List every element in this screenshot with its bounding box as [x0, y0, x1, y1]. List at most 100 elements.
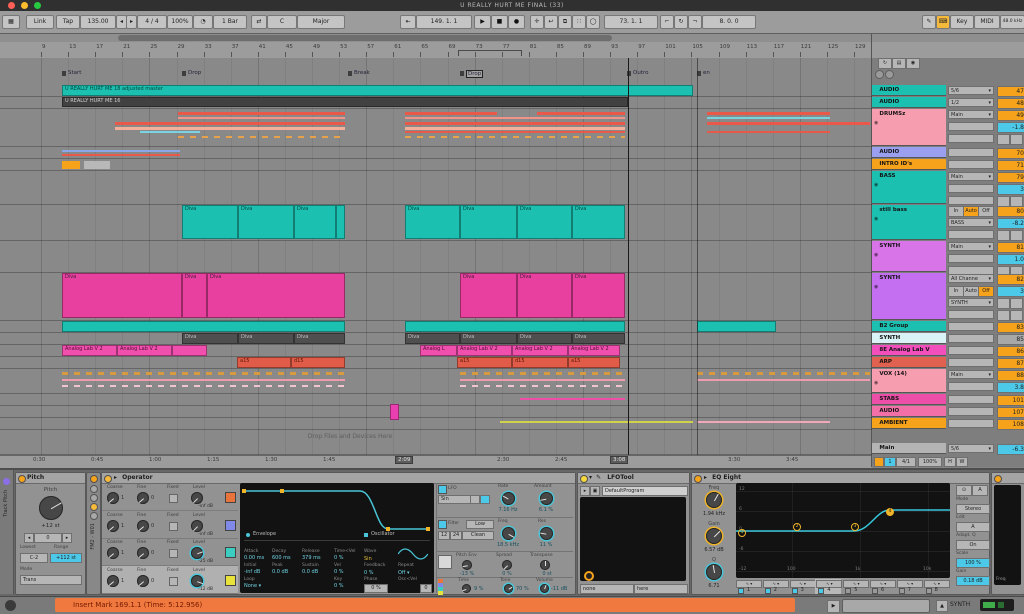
scale-root-menu[interactable]: C — [267, 15, 297, 29]
collapsed-device[interactable]: FM2 - W01 — [86, 472, 101, 595]
pitch-device[interactable]: Pitch Pitch +12 st ◂ 0 ▸ Lowest Range C-… — [15, 472, 86, 595]
filter-circuit-menu[interactable]: Clean — [462, 531, 494, 540]
panel-toggle-icon[interactable] — [90, 512, 98, 520]
eq-audition-button[interactable]: ⊙ — [956, 485, 972, 496]
loop-switch-icon[interactable]: ◯ — [586, 15, 600, 29]
tempo-field[interactable]: 135.00 — [80, 15, 116, 29]
fold-icon[interactable]: ▸ — [114, 474, 117, 481]
plugin-node-icon[interactable] — [584, 571, 594, 581]
algorithm-chip[interactable] — [438, 591, 443, 595]
plugin-save-icon[interactable]: ▣ — [590, 486, 600, 496]
device-on-led[interactable] — [994, 475, 1002, 483]
panel-toggle-icon[interactable] — [90, 485, 98, 493]
swap-icon[interactable]: ⇄ — [251, 15, 267, 29]
panel-toggle-icon[interactable] — [90, 503, 98, 511]
filter-toggle[interactable] — [438, 520, 447, 529]
loop-brace[interactable] — [458, 50, 522, 56]
envelope-section-label[interactable]: Envelope — [253, 531, 276, 537]
filter-slope-24-button[interactable]: 24 — [450, 531, 462, 540]
arrangement-area[interactable] — [0, 58, 872, 455]
lfo-amount-knob[interactable] — [540, 492, 553, 505]
status-icon[interactable] — [5, 600, 16, 611]
lfo-shape-menu[interactable]: Sin — [438, 495, 472, 504]
pitch-knob[interactable] — [39, 496, 63, 520]
envelope-led[interactable] — [246, 533, 250, 537]
partial-device[interactable]: Freq — [991, 472, 1024, 595]
scale-name-menu[interactable]: Major — [297, 15, 345, 29]
capture-midi-icon[interactable]: ⧉ — [558, 15, 572, 29]
time-knob[interactable] — [462, 584, 471, 593]
session-record-icon[interactable]: ∷ — [572, 15, 586, 29]
fit-height-button[interactable]: H — [944, 457, 956, 467]
eq-edit-button[interactable]: A — [956, 522, 990, 532]
oscillator-icon[interactable] — [364, 533, 368, 537]
device-on-led[interactable] — [694, 475, 702, 483]
punch-position-field[interactable]: 73. 1. 1 — [604, 15, 658, 29]
quantize-menu[interactable]: 1 Bar — [213, 15, 247, 29]
status-field[interactable] — [842, 599, 930, 613]
tap-tempo-button[interactable]: Tap — [56, 15, 80, 29]
range-field[interactable]: +112 st — [50, 553, 82, 563]
plugin-play-icon[interactable]: ▸ — [580, 486, 590, 496]
reenable-automation-icon[interactable]: ↩ — [544, 15, 558, 29]
overview-thumb[interactable] — [118, 35, 612, 41]
eq-scale-field[interactable]: 100 % — [956, 558, 990, 568]
eq-mode-menu[interactable]: Stereo — [956, 504, 990, 514]
io-toggle-icon[interactable]: ◉ — [906, 58, 920, 69]
operator-envelope-graph[interactable] — [242, 485, 432, 537]
wave-value[interactable]: Sin — [364, 556, 372, 562]
metronome-icon[interactable]: ◔ — [193, 15, 213, 29]
unfold-icon[interactable]: ▾ — [589, 474, 592, 481]
pitch-knob-value[interactable]: +12 st — [16, 523, 85, 529]
mixer-show-button[interactable] — [875, 70, 884, 79]
pitch-spin-value[interactable]: 0 — [34, 533, 62, 543]
groove-amount-field[interactable]: 100% — [167, 15, 193, 29]
record-button[interactable]: ● — [508, 15, 525, 29]
eq-q-knob[interactable] — [706, 564, 722, 580]
device-on-led[interactable] — [104, 475, 112, 483]
link-button[interactable]: Link — [26, 15, 54, 29]
oscvel-field[interactable]: 0 — [420, 584, 432, 593]
pitch-env-knob[interactable] — [462, 560, 472, 570]
tone-knob[interactable] — [504, 584, 513, 593]
pitch-spin-up-icon[interactable]: ▸ — [62, 533, 72, 543]
play-button[interactable]: ▶ — [474, 15, 491, 29]
status-play-icon[interactable]: ▶ — [827, 600, 840, 613]
crossfade-icon[interactable] — [874, 457, 884, 467]
stop-button[interactable]: ■ — [491, 15, 508, 29]
device-on-led[interactable] — [580, 475, 588, 483]
phase-field[interactable]: 0 % — [364, 584, 388, 593]
lfo-toggle[interactable] — [438, 485, 447, 494]
filter-type-menu[interactable]: Low — [466, 520, 494, 529]
mode-menu[interactable]: Trans — [20, 575, 82, 585]
eq-adaptq-button[interactable]: On — [956, 540, 990, 550]
volume-knob[interactable] — [540, 584, 549, 593]
automation-arm-icon[interactable]: ✛ — [530, 15, 544, 29]
grid-division-field[interactable]: 4/1 — [896, 457, 916, 467]
fit-width-button[interactable]: W — [956, 457, 968, 467]
zoom-level-field[interactable]: 1 — [884, 457, 896, 467]
fold-icon[interactable]: ▸ — [704, 474, 707, 481]
zoom-percent-field[interactable]: 100% — [918, 457, 942, 467]
pitch-spin-down-icon[interactable]: ◂ — [24, 533, 34, 543]
eq-gain-value[interactable]: 6.57 dB — [692, 547, 736, 553]
key-map-button[interactable]: Key — [950, 15, 974, 29]
punch-in-icon[interactable]: ⌐ — [660, 15, 674, 29]
follow-icon[interactable]: ⇤ — [400, 15, 416, 29]
loop-toggle-icon[interactable]: ↻ — [878, 58, 892, 69]
device-on-led[interactable] — [90, 475, 98, 483]
time-value[interactable]: 9 % — [474, 586, 484, 592]
draw-mode-icon[interactable]: ✎ — [922, 15, 936, 29]
grid-icon[interactable]: ▦ — [2, 15, 20, 29]
eq-freq-knob[interactable] — [706, 492, 722, 508]
oscillator-section-label[interactable]: Oscillator — [371, 531, 395, 537]
tone-value[interactable]: 70 % — [516, 586, 529, 592]
eq-q-value[interactable]: 6.71 — [692, 583, 736, 589]
draw-toggle-icon[interactable]: ▤ — [892, 58, 906, 69]
plugin-display[interactable] — [580, 497, 686, 581]
lfo-rate-knob[interactable] — [502, 492, 515, 505]
status-alert-icon[interactable]: ▲ — [936, 600, 948, 612]
time-signature-field[interactable]: 4 / 4 — [137, 15, 167, 29]
plugin-param-field[interactable]: none — [580, 584, 634, 594]
midi-map-button[interactable]: MIDI — [974, 15, 1000, 29]
